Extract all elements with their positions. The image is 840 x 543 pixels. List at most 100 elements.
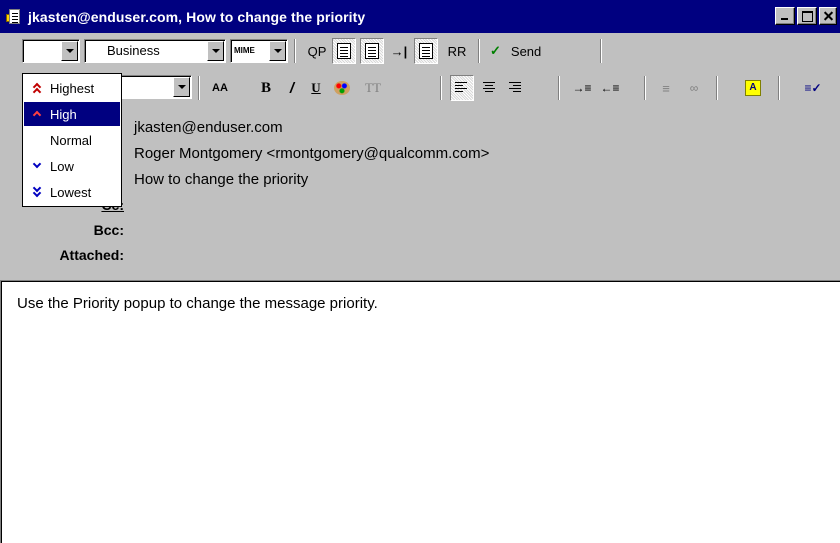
font-size-button[interactable]: AA <box>208 75 232 101</box>
priority-option-low[interactable]: Low <box>24 154 120 178</box>
indent-icon: →≡ <box>572 81 592 95</box>
bcc-field[interactable] <box>134 222 834 242</box>
teletype-icon: TT <box>365 80 381 95</box>
priority-option-lowest[interactable]: Lowest <box>24 180 120 204</box>
priority-label: Lowest <box>50 184 92 200</box>
bullet-list-button[interactable]: ≡ <box>654 75 678 101</box>
document-icon <box>337 43 351 59</box>
message-body[interactable]: Use the Priority popup to change the mes… <box>0 280 840 543</box>
bcc-label: Bcc: <box>93 222 124 238</box>
bold-button[interactable]: B <box>256 75 276 101</box>
minimize-button[interactable] <box>775 7 795 25</box>
double-down-chevron-icon <box>30 183 46 199</box>
align-left-icon <box>455 82 469 94</box>
chevron-down-icon[interactable] <box>207 41 224 61</box>
insert-link-button[interactable]: ∞ <box>682 75 706 101</box>
underline-icon: U <box>311 80 321 95</box>
outdent-button[interactable]: ←≡ <box>598 75 622 101</box>
toolbar-separator <box>716 76 718 100</box>
priority-option-normal[interactable]: Normal <box>24 128 120 152</box>
quoted-printable-button[interactable]: QP <box>306 38 328 64</box>
text-as-document-button[interactable] <box>332 38 356 64</box>
word-wrap-button[interactable] <box>360 38 384 64</box>
message-window: jkasten@enduser.com, How to change the p… <box>0 0 840 543</box>
signature-select[interactable]: Business <box>84 39 226 63</box>
toolbar-separator <box>600 39 602 63</box>
qp-label: QP <box>307 43 327 59</box>
rr-label: RR <box>447 43 467 59</box>
from-field[interactable]: Roger Montgomery <rmontgomery@qualcomm.c… <box>134 145 489 162</box>
italic-button[interactable]: / <box>282 75 302 101</box>
maximize-button[interactable] <box>797 7 817 25</box>
send-button[interactable]: ✓ Send <box>484 38 598 64</box>
to-field[interactable]: jkasten@enduser.com <box>134 119 283 136</box>
priority-label: Highest <box>50 80 95 96</box>
priority-label: High <box>50 106 77 122</box>
priority-option-high[interactable]: High <box>24 102 120 126</box>
wrap-icon <box>365 43 379 59</box>
mime-label: MIME <box>234 46 255 55</box>
toolbar-separator <box>440 76 442 100</box>
double-up-chevron-icon <box>30 81 46 97</box>
italic-icon: / <box>289 79 295 97</box>
down-chevron-icon <box>30 159 46 173</box>
align-right-icon <box>509 82 523 94</box>
priority-option-highest[interactable]: Highest <box>24 76 120 100</box>
toolbar-separator <box>478 39 480 63</box>
link-icon: ∞ <box>689 81 699 95</box>
send-icon: ✓ <box>490 43 501 58</box>
toolbar-separator <box>778 76 780 100</box>
toolbar-separator <box>198 76 200 100</box>
font-select[interactable] <box>120 75 192 99</box>
tab-in-body-button[interactable]: →| <box>388 38 410 64</box>
message-header: jkasten@enduser.com Roger Montgomery <rm… <box>0 108 840 272</box>
clear-formatting-button[interactable]: A <box>740 75 766 101</box>
spell-check-icon: ≡✓ <box>804 81 822 95</box>
align-center-icon <box>483 82 497 94</box>
palette-icon <box>334 81 350 95</box>
title-bar[interactable]: jkasten@enduser.com, How to change the p… <box>0 0 840 33</box>
keep-copy-button[interactable] <box>414 38 438 64</box>
attachments-field[interactable] <box>134 247 834 267</box>
outdent-icon: ←≡ <box>600 81 620 95</box>
text-color-button[interactable] <box>330 75 354 101</box>
window-title: jkasten@enduser.com, How to change the p… <box>28 8 366 25</box>
attached-label: Attached: <box>59 247 124 263</box>
return-receipt-button[interactable]: RR <box>442 38 472 64</box>
toolbar-separator <box>644 76 646 100</box>
encoding-select[interactable]: MIME <box>230 39 288 63</box>
tab-arrow-icon: →| <box>390 43 408 59</box>
priority-label: Low <box>50 158 74 174</box>
priority-select[interactable] <box>22 39 80 63</box>
toolbar-separator <box>294 39 296 63</box>
message-toolbar: Business MIME QP →| RR ✓ Send <box>0 35 840 67</box>
cc-field[interactable] <box>134 197 834 217</box>
chevron-down-icon[interactable] <box>61 41 78 61</box>
align-right-button[interactable] <box>504 75 528 101</box>
bullet-list-icon: ≡ <box>662 80 670 96</box>
align-center-button[interactable] <box>478 75 502 101</box>
teletype-button[interactable]: TT <box>360 75 386 101</box>
copy-icon <box>419 43 433 59</box>
priority-label: Normal <box>50 132 92 148</box>
message-icon <box>6 8 22 26</box>
toolbar-separator <box>558 76 560 100</box>
bold-icon: B <box>260 79 271 96</box>
send-label: Send <box>510 43 542 59</box>
signature-value: Business <box>107 43 160 58</box>
clear-formatting-icon: A <box>745 80 761 96</box>
up-chevron-icon <box>30 107 46 121</box>
indent-button[interactable]: →≡ <box>570 75 594 101</box>
align-left-button[interactable] <box>450 75 474 101</box>
font-size-icon: AA <box>212 82 228 94</box>
window-controls <box>775 7 837 25</box>
body-text[interactable]: Use the Priority popup to change the mes… <box>17 295 378 312</box>
chevron-down-icon[interactable] <box>173 77 190 97</box>
subject-field[interactable]: How to change the priority <box>134 171 308 188</box>
chevron-down-icon[interactable] <box>269 41 286 61</box>
close-button[interactable] <box>819 7 837 25</box>
formatting-toolbar: AA B / U TT →≡ ←≡ ≡ ∞ A ≡✓ <box>0 72 840 106</box>
spell-check-button[interactable]: ≡✓ <box>800 75 826 101</box>
underline-button[interactable]: U <box>306 75 326 101</box>
priority-dropdown: Highest High Normal Low Lowest <box>22 73 122 207</box>
